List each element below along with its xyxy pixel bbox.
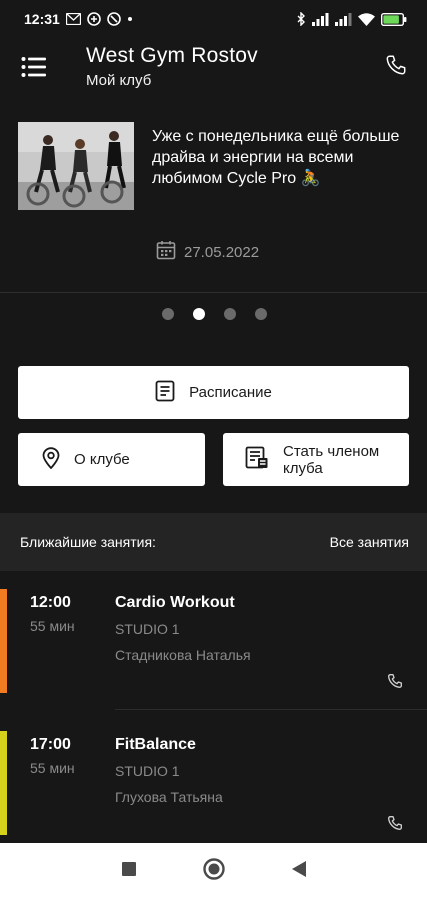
location-pin-icon [42, 446, 60, 473]
class-name: FitBalance [115, 736, 196, 753]
class-studio: STUDIO 1 [115, 763, 180, 779]
class-list-item[interactable]: 17:00 55 мин FitBalance STUDIO 1 Глухова… [0, 731, 427, 835]
class-trainer: Глухова Татьяна [115, 789, 223, 805]
home-button[interactable] [202, 858, 225, 885]
carousel-dot[interactable] [193, 308, 205, 320]
upcoming-classes-header: Ближайшие занятия: Все занятия [0, 513, 427, 571]
gmail-icon [65, 13, 81, 25]
document-icon [155, 380, 175, 406]
become-member-button-label: Стать членом клуба [283, 442, 380, 477]
class-time: 17:00 [30, 736, 71, 753]
class-divider [115, 709, 427, 710]
header-title-group: West Gym Rostov Мой клуб [86, 44, 258, 89]
club-title: West Gym Rostov [86, 44, 258, 67]
app-notification-icon [87, 12, 101, 26]
news-date-row: 27.05.2022 [156, 240, 259, 264]
schedule-button[interactable]: Расписание [18, 366, 409, 419]
more-notifications-dot-icon [127, 16, 133, 22]
call-trainer-button[interactable] [387, 815, 405, 833]
become-member-button[interactable]: Стать членом клуба [223, 433, 409, 486]
recent-apps-button[interactable] [121, 861, 137, 882]
phone-icon [387, 674, 403, 693]
about-club-button[interactable]: О клубе [18, 433, 205, 486]
system-navigation-bar [0, 843, 427, 900]
app-notification-icon-2 [107, 12, 121, 26]
carousel-pagination [0, 308, 427, 320]
class-color-stripe [0, 589, 7, 693]
class-duration: 55 мин [30, 618, 75, 634]
news-divider [0, 292, 427, 293]
news-text: Уже с понедельника ещё больше драйва и э… [152, 128, 400, 187]
class-name: Cardio Workout [115, 594, 235, 611]
back-button[interactable] [291, 860, 307, 883]
bluetooth-icon [297, 12, 306, 26]
call-trainer-button[interactable] [387, 673, 405, 691]
battery-icon [381, 12, 407, 26]
status-time: 12:31 [24, 11, 60, 27]
all-classes-link[interactable]: Все занятия [330, 534, 409, 550]
about-club-button-label: О клубе [74, 451, 130, 468]
class-trainer: Стадникова Наталья [115, 647, 251, 663]
status-bar: 12:31 [0, 0, 427, 38]
carousel-dot[interactable] [224, 308, 236, 320]
news-image [18, 122, 134, 210]
upcoming-classes-title: Ближайшие занятия: [20, 534, 156, 550]
wifi-icon [358, 12, 375, 26]
class-list-item[interactable]: 12:00 55 мин Cardio Workout STUDIO 1 Ста… [0, 589, 427, 693]
status-right [297, 12, 407, 26]
schedule-button-label: Расписание [189, 384, 272, 401]
phone-icon [387, 816, 403, 835]
phone-icon [385, 54, 407, 81]
news-carousel-card[interactable]: Уже с понедельника ещё больше драйва и э… [0, 100, 427, 292]
carousel-dot[interactable] [162, 308, 174, 320]
signal-icon-2 [335, 12, 352, 26]
class-studio: STUDIO 1 [115, 621, 180, 637]
class-color-stripe [0, 731, 7, 835]
news-date: 27.05.2022 [184, 243, 260, 261]
membership-card-icon [245, 446, 269, 474]
class-time: 12:00 [30, 594, 71, 611]
call-club-button[interactable] [381, 52, 411, 82]
status-left: 12:31 [24, 11, 133, 27]
calendar-icon [156, 240, 176, 264]
carousel-dot[interactable] [255, 308, 267, 320]
app-header: West Gym Rostov Мой клуб [0, 38, 427, 100]
signal-icon [312, 12, 329, 26]
club-subtitle: Мой клуб [86, 72, 152, 89]
menu-button[interactable] [18, 54, 50, 84]
hamburger-menu-icon [21, 56, 47, 83]
class-duration: 55 мин [30, 760, 75, 776]
